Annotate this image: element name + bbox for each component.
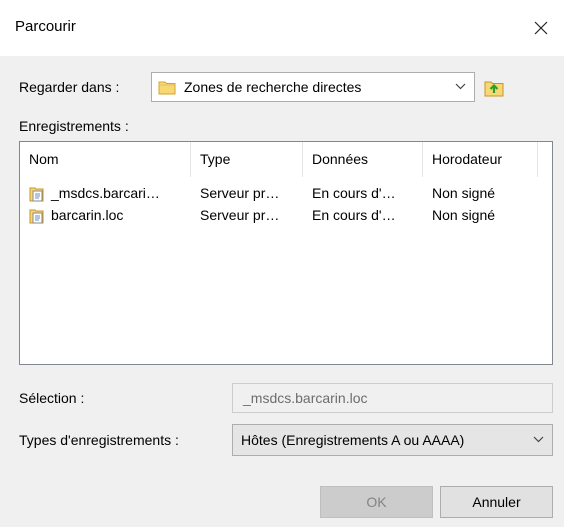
record-name: barcarin.loc (51, 207, 124, 223)
records-list[interactable]: Nom Type Données Horodateur _msdcs.barca… (19, 141, 553, 365)
browse-dialog: Parcourir Regarder dans : Zones de reche… (0, 0, 564, 527)
close-button[interactable] (524, 11, 558, 45)
cancel-button[interactable]: Annuler (440, 486, 553, 518)
close-icon (534, 21, 548, 35)
dns-record-icon (29, 209, 44, 224)
record-name: _msdcs.barcari… (51, 185, 160, 201)
record-timestamp: Non signé (432, 185, 496, 201)
column-header-name[interactable]: Nom (20, 142, 191, 177)
folder-icon (158, 81, 176, 95)
record-type: Serveur pr… (200, 207, 280, 223)
parent-folder-button[interactable] (479, 72, 509, 102)
dialog-title: Parcourir (15, 18, 76, 35)
column-header-data[interactable]: Données (303, 142, 423, 177)
record-name-cell: barcarin.loc (29, 204, 189, 226)
record-types-value: Hôtes (Enregistrements A ou AAAA) (241, 432, 465, 448)
table-row[interactable]: _msdcs.barcari… Serveur pr… En cours d'…… (20, 182, 552, 204)
selection-label: Sélection : (19, 390, 85, 406)
look-in-label: Regarder dans : (19, 79, 120, 95)
look-in-value: Zones de recherche directes (184, 79, 362, 95)
look-in-dropdown[interactable]: Zones de recherche directes (151, 72, 475, 102)
chevron-down-icon (455, 83, 466, 90)
title-bar: Parcourir (0, 0, 564, 56)
folder-up-icon (484, 81, 504, 97)
records-label: Enregistrements : (19, 118, 129, 134)
ok-button[interactable]: OK (320, 486, 433, 518)
selection-field: _msdcs.barcarin.loc (232, 383, 553, 413)
record-type: Serveur pr… (200, 185, 280, 201)
record-types-label: Types d'enregistrements : (19, 432, 179, 448)
record-data: En cours d'… (312, 207, 396, 223)
dns-record-icon (29, 187, 44, 202)
record-data: En cours d'… (312, 185, 396, 201)
record-types-dropdown[interactable]: Hôtes (Enregistrements A ou AAAA) (232, 424, 553, 456)
chevron-down-icon (533, 436, 544, 443)
column-header-type[interactable]: Type (191, 142, 303, 177)
record-timestamp: Non signé (432, 207, 496, 223)
table-row[interactable]: barcarin.loc Serveur pr… En cours d'… No… (20, 204, 552, 226)
column-header-timestamp[interactable]: Horodateur (423, 142, 538, 177)
record-name-cell: _msdcs.barcari… (29, 182, 189, 204)
